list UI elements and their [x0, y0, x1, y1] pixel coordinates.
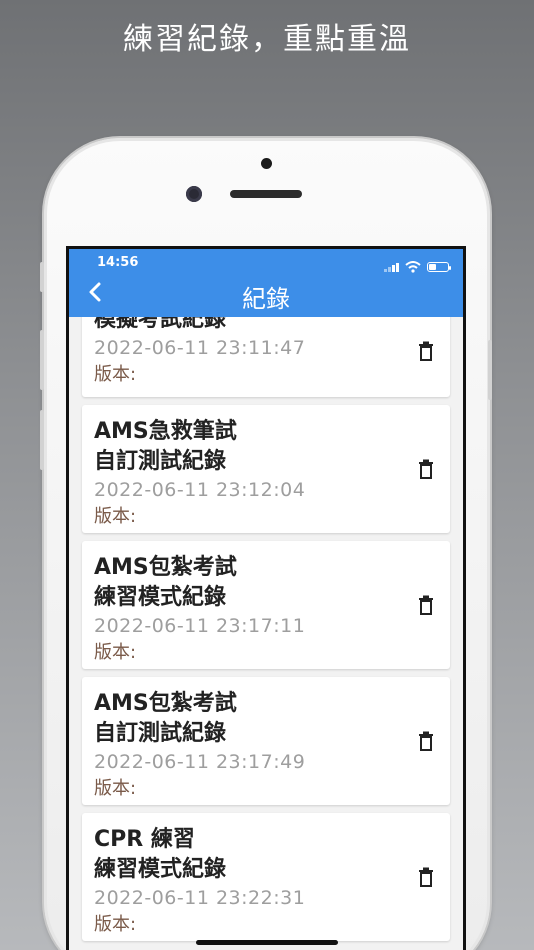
phone-sensor: [261, 158, 272, 169]
record-card[interactable]: AMS包紮考試 自訂測試紀錄 2022-06-11 23:17:49 版本:: [82, 677, 450, 805]
record-date: 2022-06-11 23:17:11: [94, 615, 306, 637]
phone-volume-up: [40, 330, 44, 390]
battery-icon: [427, 262, 451, 272]
wifi-icon: [405, 261, 421, 273]
record-card[interactable]: CPR 練習 練習模式紀錄 2022-06-11 23:22:31 版本:: [82, 813, 450, 941]
record-title-line2: 自訂測試紀錄: [94, 449, 227, 474]
record-version: 版本:: [94, 364, 137, 385]
trash-icon[interactable]: [418, 595, 434, 615]
trash-icon[interactable]: [418, 867, 434, 887]
phone-screen: 14:56 紀錄 模擬考試紀錄 2022-06-11 23:11:47 版本:: [66, 246, 466, 950]
record-title-line2: 練習模式紀錄: [94, 585, 227, 610]
record-title-line1: AMS急救筆試: [94, 419, 237, 444]
phone-speaker: [230, 190, 302, 198]
promo-headline: 練習紀錄，重點重溫: [123, 22, 411, 57]
trash-icon[interactable]: [418, 459, 434, 479]
record-title-line1: CPR 練習: [94, 827, 195, 852]
record-title-line1: AMS包紮考試: [94, 555, 237, 580]
record-version: 版本:: [94, 914, 137, 935]
record-title-line2: 練習模式紀錄: [94, 857, 227, 882]
record-date: 2022-06-11 23:11:47: [94, 337, 306, 359]
records-list-container[interactable]: 模擬考試紀錄 2022-06-11 23:11:47 版本: AMS急救筆試 自…: [69, 317, 463, 950]
records-list: 模擬考試紀錄 2022-06-11 23:11:47 版本: AMS急救筆試 自…: [82, 317, 450, 949]
phone-camera: [186, 186, 202, 202]
record-date: 2022-06-11 23:22:31: [94, 887, 306, 909]
record-version: 版本:: [94, 506, 137, 527]
trash-icon[interactable]: [418, 731, 434, 751]
record-title-line1: AMS包紮考試: [94, 691, 237, 716]
record-card[interactable]: 模擬考試紀錄 2022-06-11 23:11:47 版本:: [82, 317, 450, 397]
trash-icon[interactable]: [418, 341, 434, 361]
record-title-line2: 模擬考試紀錄: [94, 317, 227, 332]
status-time: 14:56: [97, 255, 139, 270]
record-version: 版本:: [94, 778, 137, 799]
app-bar: 14:56 紀錄: [69, 249, 463, 317]
record-title-line2: 自訂測試紀錄: [94, 721, 227, 746]
home-indicator[interactable]: [196, 940, 338, 945]
record-date: 2022-06-11 23:12:04: [94, 479, 306, 501]
record-card[interactable]: AMS包紮考試 練習模式紀錄 2022-06-11 23:17:11 版本:: [82, 541, 450, 669]
record-date: 2022-06-11 23:17:49: [94, 751, 306, 773]
page-title: 紀錄: [242, 285, 290, 313]
record-card[interactable]: AMS急救筆試 自訂測試紀錄 2022-06-11 23:12:04 版本:: [82, 405, 450, 533]
status-icons: [384, 261, 451, 273]
signal-icon: [384, 262, 399, 272]
record-version: 版本:: [94, 642, 137, 663]
phone-volume-down: [40, 410, 44, 470]
phone-power-button: [488, 340, 492, 400]
phone-side-button: [40, 262, 44, 292]
